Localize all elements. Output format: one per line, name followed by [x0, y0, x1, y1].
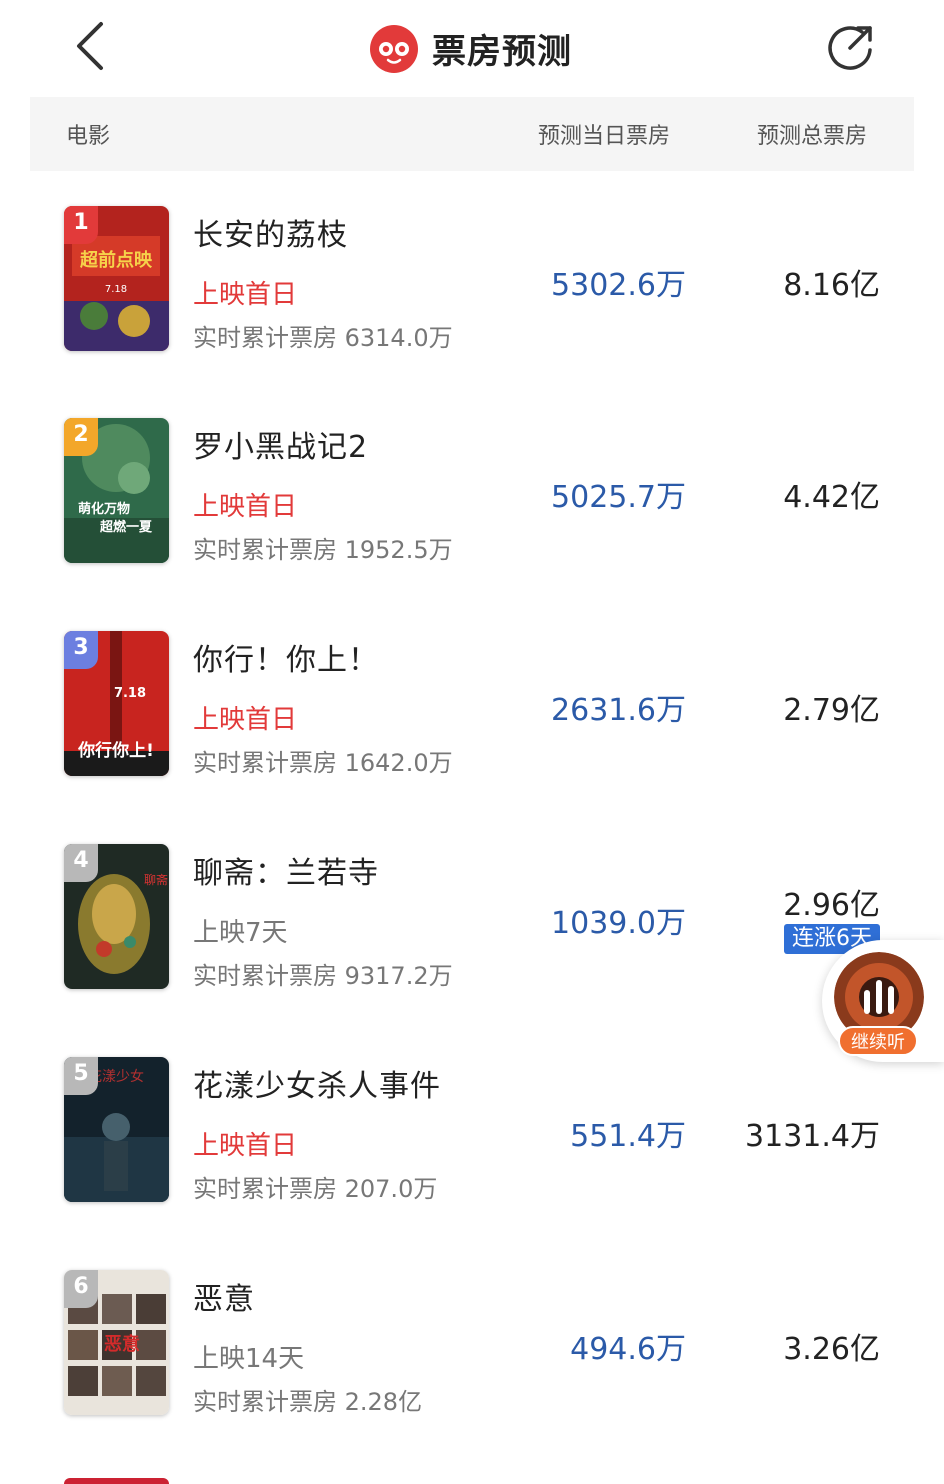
continue-listening-label[interactable]: 继续听 [838, 1026, 918, 1056]
floating-audio-player[interactable]: 继续听 [822, 940, 944, 1062]
total-forecast-value: 4.42亿 [783, 480, 880, 515]
svg-text:萌化万物: 萌化万物 [78, 501, 130, 517]
movie-row[interactable]: 萌化万物 超燃一夏 2 罗小黑战记2 上映首日 实时累计票房 1952.5万 5… [0, 418, 944, 608]
cumulative-box-office: 实时累计票房 1952.5万 [193, 536, 453, 564]
total-forecast-value: 3131.4万 [745, 1119, 880, 1154]
maoyan-cat-logo-icon [370, 25, 418, 73]
movie-poster: 花漾少女 5 [64, 1057, 169, 1202]
movie-poster: 恶意 6 [64, 1270, 169, 1415]
movie-row[interactable]: 7.18 你行你上! 3 你行！你上！ 上映首日 实时累计票房 1642.0万 … [0, 631, 944, 821]
cumulative-box-office: 实时累计票房 2.28亿 [193, 1388, 423, 1416]
movie-poster: 超前点映 7.18 1 [64, 206, 169, 351]
svg-text:聊斋: 聊斋 [144, 872, 168, 887]
cumulative-box-office: 实时累计票房 1642.0万 [193, 749, 453, 777]
movie-title: 你行！你上！ [193, 643, 379, 678]
cumulative-box-office: 实时累计票房 6314.0万 [193, 324, 453, 352]
column-header-day-forecast[interactable]: 预测当日票房 [538, 118, 670, 150]
day-forecast-value: 551.4万 [570, 1119, 686, 1154]
movie-poster: 聊斋 4 [64, 844, 169, 989]
rank-badge: 1 [64, 206, 98, 244]
svg-text:7.18: 7.18 [114, 686, 146, 701]
column-header-movie: 电影 [66, 124, 111, 149]
rank-badge: 5 [64, 1057, 98, 1095]
release-status: 上映首日 [193, 705, 298, 735]
day-forecast-value: 2631.6万 [551, 693, 686, 728]
chevron-left-icon [77, 22, 103, 70]
cumulative-box-office: 实时累计票房 9317.2万 [193, 962, 453, 990]
movie-row[interactable]: 花漾少女 5 花漾少女杀人事件 上映首日 实时累计票房 207.0万 551.4… [0, 1057, 944, 1247]
movie-title: 聊斋：兰若寺 [193, 856, 379, 891]
rank-badge: 2 [64, 418, 98, 456]
release-status: 上映首日 [193, 280, 298, 310]
total-forecast-value: 8.16亿 [783, 268, 880, 303]
movie-row[interactable]: 恶意 6 恶意 上映14天 实时累计票房 2.28亿 494.6万 3.26亿 [0, 1270, 944, 1460]
release-status: 上映首日 [193, 1131, 298, 1161]
back-button[interactable] [62, 16, 118, 76]
svg-text:7.18: 7.18 [105, 284, 127, 295]
movie-row[interactable]: 超前点映 7.18 1 长安的荔枝 上映首日 实时累计票房 6314.0万 53… [0, 206, 944, 396]
share-icon [828, 26, 872, 70]
movie-poster: 7.18 你行你上! 3 [64, 631, 169, 776]
movie-title: 恶意 [193, 1282, 255, 1317]
day-forecast-value: 494.6万 [570, 1332, 686, 1367]
svg-text:超燃一夏: 超燃一夏 [100, 519, 153, 535]
next-movie-poster-peek [64, 1478, 169, 1484]
day-forecast-value: 1039.0万 [551, 906, 686, 941]
svg-text:超前点映: 超前点映 [80, 249, 153, 271]
release-status: 上映14天 [193, 1344, 305, 1374]
day-forecast-value: 5302.6万 [551, 268, 686, 303]
title-group: 票房预测 [368, 20, 572, 76]
page-title: 票房预测 [432, 31, 572, 72]
rank-badge: 4 [64, 844, 98, 882]
movie-row[interactable]: 聊斋 4 聊斋：兰若寺 上映7天 实时累计票房 9317.2万 1039.0万 … [0, 844, 944, 1034]
svg-text:恶意: 恶意 [104, 1333, 140, 1355]
release-status: 上映7天 [193, 918, 288, 948]
rank-badge: 6 [64, 1270, 98, 1308]
share-button[interactable] [822, 18, 880, 76]
movie-poster: 萌化万物 超燃一夏 2 [64, 418, 169, 563]
movie-title: 花漾少女杀人事件 [193, 1069, 441, 1104]
total-forecast-value: 2.79亿 [783, 693, 880, 728]
column-header-row: 电影 预测当日票房 预测总票房 [30, 97, 914, 171]
top-bar: 票房预测 [0, 0, 944, 96]
day-forecast-value: 5025.7万 [551, 480, 686, 515]
movie-title: 长安的荔枝 [193, 218, 348, 253]
svg-text:你行你上!: 你行你上! [77, 740, 154, 761]
column-header-total-forecast[interactable]: 预测总票房 [757, 118, 867, 150]
rank-badge: 3 [64, 631, 98, 669]
movie-title: 罗小黑战记2 [193, 430, 369, 465]
total-forecast-value: 3.26亿 [783, 1332, 880, 1367]
cumulative-box-office: 实时累计票房 207.0万 [193, 1175, 438, 1203]
total-forecast-value: 2.96亿 [783, 888, 880, 923]
release-status: 上映首日 [193, 492, 298, 522]
